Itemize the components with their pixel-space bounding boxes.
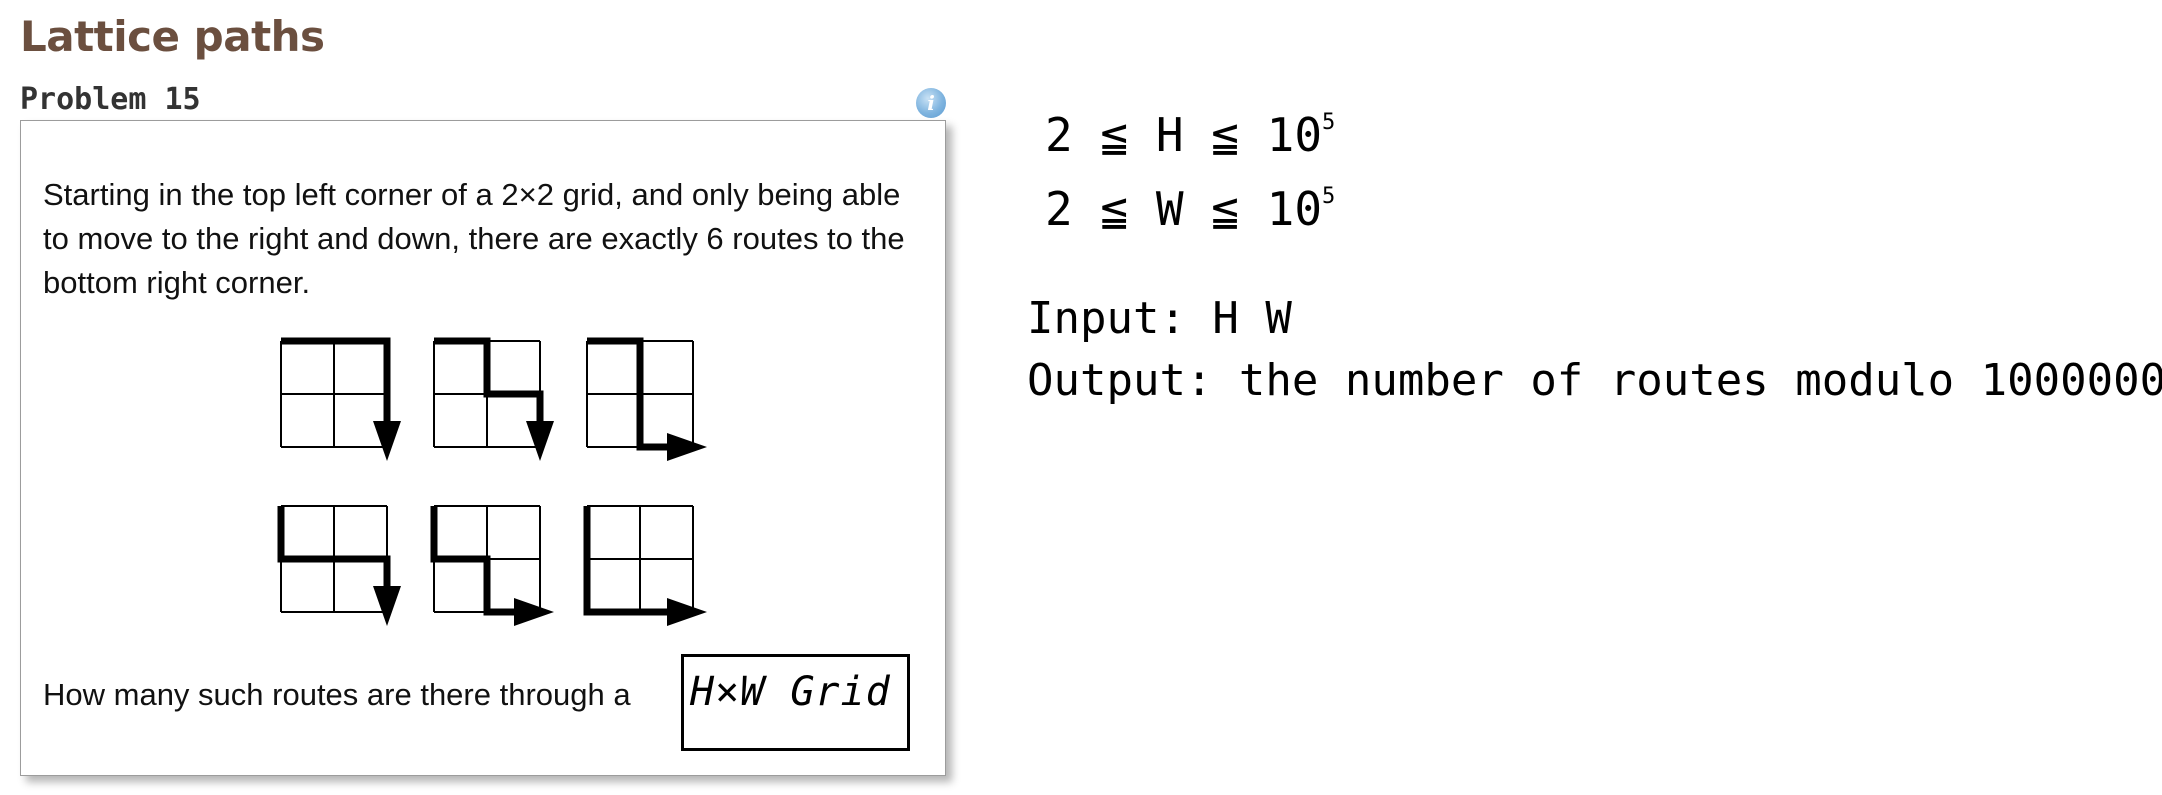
page-title: Lattice paths <box>20 12 325 61</box>
constraint-h: 2 ≦ H ≦ 105 <box>1045 92 1335 166</box>
route-diagram <box>583 505 707 626</box>
constraint-relation: ≦ <box>1211 108 1239 162</box>
lattice-paths-figure <box>277 337 707 626</box>
grid-formula: H×W Grid <box>690 669 891 715</box>
io-spec: Input: H W Output: the number of routes … <box>1027 288 2162 412</box>
grid-formula-box: H×W Grid <box>681 654 910 751</box>
question-text: How many such routes are there through a <box>43 677 631 712</box>
constraint-upper: 105 <box>1267 108 1336 162</box>
constraint-lower: 2 <box>1045 108 1073 162</box>
constraint-relation: ≦ <box>1100 108 1129 162</box>
output-spec: Output: the number of routes modulo 1000… <box>1027 355 2162 406</box>
route-diagram <box>277 505 401 626</box>
route-diagram <box>280 337 401 461</box>
constraints: 2 ≦ H ≦ 105 2 ≦ W ≦ 105 <box>1045 92 1335 240</box>
constraint-variable: H <box>1155 108 1184 162</box>
route-diagram <box>433 337 554 461</box>
constraint-lower: 2 <box>1045 182 1073 236</box>
constraint-upper-exponent: 5 <box>1322 110 1336 135</box>
constraint-variable: W <box>1155 182 1184 236</box>
constraint-relation: ≦ <box>1100 182 1129 236</box>
input-spec: Input: H W <box>1027 293 1292 344</box>
problem-card: Starting in the top left corner of a 2×2… <box>20 120 946 776</box>
constraint-w: 2 ≦ W ≦ 105 <box>1045 166 1335 240</box>
constraint-upper-base: 10 <box>1266 182 1323 236</box>
constraint-upper: 105 <box>1267 182 1336 236</box>
route-diagram <box>586 337 707 461</box>
route-diagram <box>430 505 554 626</box>
constraint-relation: ≦ <box>1211 182 1239 236</box>
problem-number: Problem 15 <box>20 82 201 117</box>
problem-statement: Starting in the top left corner of a 2×2… <box>43 177 905 300</box>
constraint-upper-exponent: 5 <box>1322 184 1336 209</box>
info-icon[interactable]: i <box>916 88 946 118</box>
constraint-upper-base: 10 <box>1266 108 1323 162</box>
